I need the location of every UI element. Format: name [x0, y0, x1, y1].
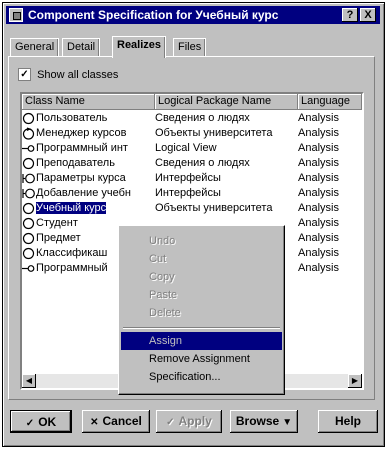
language-cell: Analysis [298, 202, 339, 214]
menu-separator [123, 327, 280, 329]
class-name: Программный инт [36, 142, 128, 154]
class-name: Студент [36, 217, 78, 229]
scroll-left-button[interactable]: ◀ [22, 374, 36, 388]
chevron-down-icon: ▼ [282, 417, 293, 428]
list-header: Class Name Logical Package Name Language [22, 94, 362, 110]
tab-strip: General Detail Realizes Files [8, 36, 378, 58]
class-name: Добавление учебн [36, 187, 131, 199]
language-cell: Analysis [298, 127, 339, 139]
menu-item-delete[interactable]: Delete [121, 304, 282, 322]
language-cell: Analysis [298, 232, 339, 244]
class-name: Программный [36, 262, 108, 274]
class-icon [22, 232, 35, 245]
ok-button[interactable]: ✓ OK [10, 410, 72, 433]
class-name: Параметры курса [36, 172, 126, 184]
title-bar[interactable]: Component Specification for Учебный курс… [6, 6, 380, 24]
class-name: Пользователь [36, 112, 108, 124]
column-language[interactable]: Language [298, 94, 362, 110]
column-class-name[interactable]: Class Name [22, 94, 155, 110]
boundary-class-icon [22, 187, 35, 200]
package-name-cell: Объекты университета [155, 202, 273, 214]
class-name-cell: Преподаватель [22, 156, 154, 171]
table-row[interactable]: Добавление учебн Интерфейсы Analysis [22, 186, 362, 201]
class-name-cell: Параметры курса [22, 171, 154, 186]
menu-item-paste[interactable]: Paste [121, 286, 282, 304]
table-row[interactable]: Пользователь Сведения о людях Analysis [22, 111, 362, 126]
context-menu: Undo Cut Copy Paste Delete Assign Remove… [118, 225, 285, 395]
show-all-classes-label: Show all classes [37, 68, 119, 81]
tab-detail[interactable]: Detail [62, 38, 101, 57]
browse-button[interactable]: Browse ▼ [230, 410, 298, 433]
tab-files[interactable]: Files [173, 38, 207, 57]
package-name-cell: Интерфейсы [155, 172, 221, 184]
scroll-right-button[interactable]: ▶ [348, 374, 362, 388]
class-name: Классификаш [36, 247, 108, 259]
close-button[interactable]: X [360, 8, 376, 22]
show-all-classes-checkbox[interactable]: ✓ [18, 68, 31, 81]
language-cell: Analysis [298, 112, 339, 124]
menu-item-assign[interactable]: Assign [121, 332, 282, 350]
language-cell: Analysis [298, 142, 339, 154]
tab-realizes[interactable]: Realizes [112, 36, 167, 58]
tab-general[interactable]: General [10, 38, 60, 57]
language-cell: Analysis [298, 217, 339, 229]
boundary-class-icon [22, 172, 35, 185]
class-icon [22, 157, 35, 170]
show-all-classes-row[interactable]: ✓ Show all classes [18, 68, 118, 84]
control-class-icon [22, 127, 35, 140]
interface-icon [22, 262, 35, 275]
window-title: Component Specification for Учебный курс [28, 8, 279, 22]
language-cell: Analysis [298, 262, 339, 274]
table-row[interactable]: Менеджер курсов Объекты университета Analy… [22, 126, 362, 141]
class-name: Предмет [36, 232, 81, 244]
table-row[interactable]: Преподаватель Сведения о людях Analysis [22, 156, 362, 171]
menu-item-copy[interactable]: Copy [121, 268, 282, 286]
package-name-cell: Сведения о людях [155, 157, 250, 169]
ok-label: OK [38, 415, 57, 429]
menu-item-undo[interactable]: Undo [121, 232, 282, 250]
class-name-cell: Менеджер курсов [22, 126, 154, 141]
class-name-cell: Пользователь [22, 111, 154, 126]
package-name-cell: Интерфейсы [155, 187, 221, 199]
menu-item-cut[interactable]: Cut [121, 250, 282, 268]
apply-label: Apply [178, 414, 212, 428]
class-name: Учебный курс [36, 202, 107, 214]
apply-icon: ✓ [166, 417, 175, 428]
class-name-cell: Добавление учебн [22, 186, 154, 201]
class-name: Преподаватель [36, 157, 115, 169]
cancel-button[interactable]: ✕ Cancel [82, 410, 150, 433]
browse-label: Browse [235, 414, 280, 428]
class-name-cell: Программный инт [22, 141, 154, 156]
language-cell: Analysis [298, 172, 339, 184]
help-title-button[interactable]: ? [342, 8, 358, 22]
column-logical-package-name[interactable]: Logical Package Name [155, 94, 298, 110]
menu-item-remove-assignment[interactable]: Remove Assignment [121, 350, 282, 368]
class-icon [22, 202, 35, 215]
class-name: Менеджер курсов [36, 127, 127, 139]
class-icon [22, 217, 35, 230]
table-row[interactable]: Параметры курса Интерфейсы Analysis [22, 171, 362, 186]
table-row[interactable]: Учебный курс Объекты университета Analysis [22, 201, 362, 216]
package-name-cell: Logical View [155, 142, 217, 154]
cancel-icon: ✕ [90, 417, 99, 428]
help-button[interactable]: Help [318, 410, 378, 433]
interface-icon [22, 142, 35, 155]
app-icon [9, 8, 23, 22]
class-name-cell: Учебный курс [22, 201, 154, 216]
help-label: Help [334, 414, 361, 428]
apply-button[interactable]: ✓ Apply [156, 410, 222, 433]
language-cell: Analysis [298, 187, 339, 199]
package-name-cell: Сведения о людях [155, 112, 250, 124]
ok-icon: ✓ [25, 418, 35, 429]
package-name-cell: Объекты университета [155, 127, 273, 139]
menu-item-specification[interactable]: Specification... [121, 368, 282, 386]
language-cell: Analysis [298, 157, 339, 169]
cancel-label: Cancel [102, 414, 142, 428]
class-icon [22, 247, 35, 260]
language-cell: Analysis [298, 247, 339, 259]
table-row[interactable]: Программный инт Logical View Analysis [22, 141, 362, 156]
class-icon [22, 112, 35, 125]
